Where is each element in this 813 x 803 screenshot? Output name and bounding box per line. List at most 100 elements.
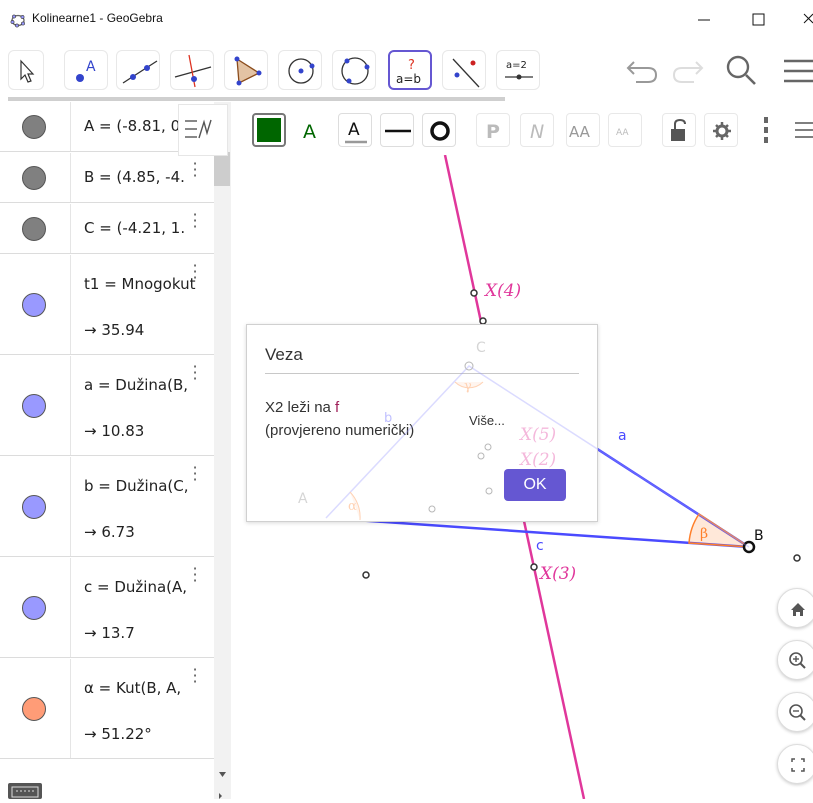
- graphics-view[interactable]: β B X(4) X(3) a c Veza X2 leži na f (pro…: [232, 155, 813, 799]
- conic-tool-button[interactable]: [332, 50, 376, 90]
- angle-beta[interactable]: [688, 512, 752, 548]
- move-tool-button[interactable]: [8, 50, 44, 90]
- algebra-row-a[interactable]: a = Dužina(B, → 10.83 · · ·: [0, 356, 214, 456]
- algebra-row-b[interactable]: b = Dužina(C, → 6.73 · · ·: [0, 457, 214, 557]
- text-color-label: A: [303, 121, 316, 143]
- perpendicular-line-tool-button[interactable]: [170, 50, 214, 90]
- label-segment-a: a: [618, 428, 627, 444]
- visibility-toggle[interactable]: [22, 166, 46, 190]
- unlock-icon: [671, 118, 686, 141]
- point-X3[interactable]: [530, 563, 538, 571]
- maximize-button[interactable]: [744, 6, 774, 32]
- line-style-icon: [385, 129, 411, 133]
- label-segment-c: c: [536, 538, 544, 554]
- maximize-icon: [752, 13, 765, 26]
- italic-button[interactable]: N: [520, 113, 554, 147]
- more-options-icon[interactable]: · · ·: [190, 662, 200, 690]
- zoom-out-button[interactable]: [777, 692, 813, 732]
- line-style-button[interactable]: [380, 113, 414, 147]
- point-B[interactable]: [742, 540, 756, 554]
- row-value: → 6.73: [84, 523, 135, 541]
- fullscreen-icon: [791, 758, 805, 772]
- text-color-button[interactable]: A: [294, 113, 328, 147]
- minimize-icon: [698, 19, 710, 21]
- undo-button[interactable]: [622, 52, 662, 88]
- more-options-icon[interactable]: · · ·: [190, 561, 200, 589]
- dialog-title: Veza: [265, 345, 303, 364]
- more-options-icon[interactable]: · · ·: [190, 258, 200, 286]
- zoom-in-button[interactable]: [777, 640, 813, 680]
- algebra-scrollbar[interactable]: [214, 102, 231, 799]
- more-button[interactable]: Više...: [469, 413, 505, 428]
- algebra-scroll-thumb[interactable]: [214, 152, 230, 186]
- close-button[interactable]: [796, 6, 813, 32]
- circle-tool-button[interactable]: [278, 50, 322, 90]
- algebra-row-c[interactable]: c = Dužina(A, → 13.7 · · ·: [0, 558, 214, 658]
- text-size-large-button[interactable]: AA: [566, 113, 600, 147]
- label-style-button[interactable]: A: [338, 113, 372, 147]
- toolbar-divider: [8, 97, 505, 101]
- reflect-about-line-icon: [452, 58, 480, 88]
- italic-label: N: [530, 121, 544, 143]
- reflect-tool-button[interactable]: [442, 50, 486, 90]
- circle-center-point-icon: [288, 58, 315, 84]
- algebra-row-C[interactable]: C = (-4.21, 1. · · ·: [0, 204, 214, 254]
- point-extra[interactable]: [793, 554, 801, 562]
- row-value: → 35.94: [84, 321, 145, 339]
- point-style-button[interactable]: [422, 113, 456, 147]
- point-style-icon: [430, 121, 450, 141]
- line-tool-button[interactable]: [116, 50, 160, 90]
- relation-icon: ? a=b: [396, 58, 421, 86]
- new-point-icon: A: [76, 59, 96, 82]
- svg-text:A: A: [86, 59, 96, 75]
- label-style-label: A: [348, 120, 360, 140]
- more-options-icon[interactable]: · · ·: [190, 207, 200, 235]
- slider-tool-button[interactable]: a=2: [496, 50, 540, 90]
- style-bar-collapse-icon[interactable]: [792, 113, 813, 147]
- color-picker-button[interactable]: [252, 113, 286, 147]
- text-size-small-button[interactable]: AA: [608, 113, 642, 147]
- visibility-toggle[interactable]: [22, 697, 46, 721]
- style-bar-toggle-button[interactable]: [178, 104, 228, 156]
- algebra-row-alpha[interactable]: α = Kut(B, A, → 51.22° · · ·: [0, 659, 214, 759]
- redo-icon: [672, 61, 704, 83]
- visibility-toggle[interactable]: [22, 293, 46, 317]
- ok-button[interactable]: OK: [504, 469, 566, 501]
- color-swatch-icon: [257, 118, 281, 142]
- dialog-message-prefix: X2 leži na: [265, 399, 336, 416]
- home-button[interactable]: [777, 588, 813, 628]
- relation-tool-button[interactable]: ? a=b: [388, 50, 432, 90]
- more-options-icon[interactable]: · · ·: [190, 156, 200, 184]
- text-size-small-label: AA: [616, 128, 629, 138]
- search-button[interactable]: [722, 52, 762, 88]
- window-title: Kolinearne1 - GeoGebra: [32, 11, 163, 25]
- lock-button[interactable]: [662, 113, 696, 147]
- bold-button[interactable]: P: [476, 113, 510, 147]
- undo-icon: [626, 61, 658, 83]
- point-tool-button[interactable]: A: [64, 50, 108, 90]
- algebra-row-B[interactable]: B = (4.85, -4. · · ·: [0, 153, 214, 203]
- fullscreen-button[interactable]: [777, 744, 813, 784]
- relation-dialog: Veza X2 leži na f (provjereno numerički)…: [246, 324, 598, 522]
- more-options-icon[interactable]: · · ·: [190, 359, 200, 387]
- visibility-toggle[interactable]: [22, 217, 46, 241]
- visibility-toggle[interactable]: [22, 495, 46, 519]
- point-center[interactable]: [362, 571, 370, 579]
- more-options-icon[interactable]: · · ·: [190, 460, 200, 488]
- redo-button[interactable]: [668, 52, 708, 88]
- visibility-toggle[interactable]: [22, 115, 46, 139]
- settings-button[interactable]: [704, 113, 738, 147]
- keyboard-toggle-icon[interactable]: [8, 783, 42, 799]
- more-options-icon[interactable]: [758, 113, 774, 147]
- point-X4[interactable]: [470, 289, 478, 297]
- algebra-row-t1[interactable]: t1 = Mnogokut → 35.94 · · ·: [0, 255, 214, 355]
- gear-icon: [713, 122, 731, 140]
- visibility-toggle[interactable]: [22, 596, 46, 620]
- polygon-tool-button[interactable]: [224, 50, 268, 90]
- circle-three-points-icon: [341, 57, 370, 85]
- minimize-button[interactable]: [690, 6, 720, 32]
- visibility-toggle[interactable]: [22, 394, 46, 418]
- relation-label: a=b: [396, 72, 421, 86]
- main-menu-button[interactable]: [776, 52, 813, 88]
- label-X4: X(4): [483, 281, 521, 301]
